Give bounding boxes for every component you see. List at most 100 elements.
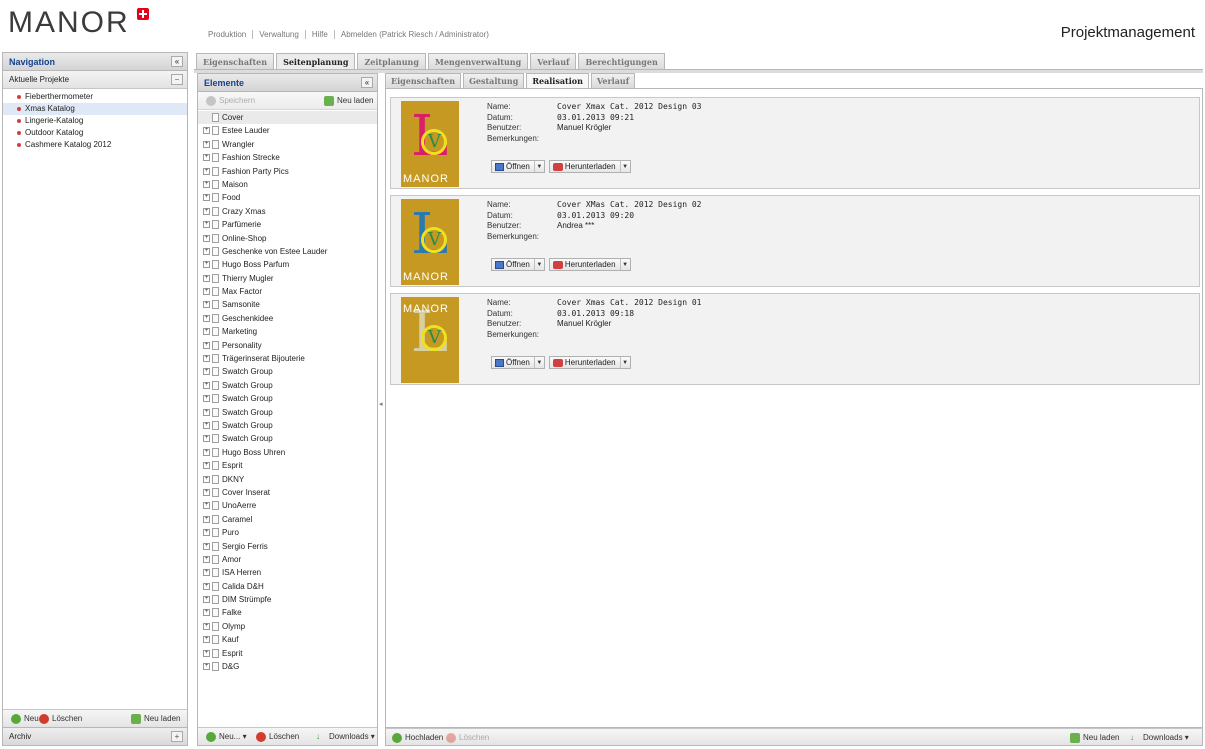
tree-item[interactable]: + Swatch Group — [198, 432, 377, 445]
expand-icon[interactable]: + — [203, 140, 210, 148]
expand-icon[interactable]: + — [203, 636, 210, 644]
chevron-down-icon[interactable]: ▼ — [535, 164, 544, 170]
expand-icon[interactable]: + — [203, 569, 210, 577]
delete-element-button[interactable]: Löschen — [256, 732, 299, 742]
expand-icon[interactable]: + — [203, 234, 210, 242]
download-split-button[interactable]: Herunterladen ▼ — [548, 356, 631, 369]
tab-verlauf[interactable]: Verlauf — [530, 53, 577, 70]
reload-projects-button[interactable]: Neu laden — [131, 714, 180, 724]
expand-icon[interactable]: + — [203, 488, 210, 496]
expand-icon[interactable]: + — [203, 167, 210, 175]
tree-item[interactable]: + Sergio Ferris — [198, 540, 377, 553]
tree-item[interactable]: + Personality — [198, 339, 377, 352]
tree-item[interactable]: + Geschenke von Estee Lauder — [198, 245, 377, 258]
expand-icon[interactable]: + — [203, 408, 210, 416]
collapse-section-icon[interactable]: − — [171, 74, 183, 85]
tree-item[interactable]: + Thierry Mugler — [198, 272, 377, 285]
tree-item[interactable]: + DIM Strümpfe — [198, 593, 377, 606]
save-button[interactable]: Speichern — [206, 96, 255, 106]
new-element-button[interactable]: Neu... ▾ — [206, 732, 247, 742]
tree-item[interactable]: + Food — [198, 191, 377, 204]
tree-item[interactable]: + Geschenkidee — [198, 312, 377, 325]
expand-icon[interactable]: + — [203, 421, 210, 429]
download-split-button[interactable]: Herunterladen ▼ — [548, 160, 631, 173]
expand-archive-icon[interactable]: + — [171, 731, 183, 742]
tree-item[interactable]: + Estee Lauder — [198, 124, 377, 137]
expand-icon[interactable]: + — [203, 261, 210, 269]
tree-item[interactable]: + Fashion Strecke — [198, 151, 377, 164]
expand-icon[interactable]: + — [203, 663, 210, 671]
open-split-button[interactable]: Öffnen ▼ — [491, 356, 545, 369]
tab-berechtigungen[interactable]: Berechtigungen — [578, 53, 665, 70]
chevron-down-icon[interactable]: ▼ — [535, 262, 544, 268]
design-thumbnail[interactable]: L V MANOR — [401, 101, 459, 187]
tree-item[interactable]: + Swatch Group — [198, 365, 377, 378]
expand-icon[interactable]: + — [203, 435, 210, 443]
expand-icon[interactable]: + — [203, 596, 210, 604]
nav-link-hilfe[interactable]: Hilfe — [306, 30, 335, 39]
tree-item[interactable]: + Wrangler — [198, 138, 377, 151]
subtab-realisation[interactable]: Realisation — [526, 73, 589, 88]
tree-item[interactable]: + Marketing — [198, 325, 377, 338]
tree-item[interactable]: + D&G — [198, 660, 377, 673]
tree-item[interactable]: + Fashion Party Pics — [198, 165, 377, 178]
chevron-down-icon[interactable]: ▼ — [621, 360, 630, 366]
expand-icon[interactable]: + — [203, 341, 210, 349]
tree-item[interactable]: + Online-Shop — [198, 232, 377, 245]
reload-elements-button[interactable]: Neu laden — [324, 96, 373, 106]
tree-item[interactable]: + Cover Inserat — [198, 486, 377, 499]
download-button[interactable]: Herunterladen — [550, 357, 621, 368]
tree-item[interactable]: + Swatch Group — [198, 419, 377, 432]
project-item[interactable]: Cashmere Katalog 2012 — [3, 139, 187, 151]
tree-item[interactable]: + Hugo Boss Parfum — [198, 258, 377, 271]
design-thumbnail[interactable]: L V MANOR — [401, 297, 459, 383]
expand-icon[interactable]: + — [203, 180, 210, 188]
tree-item[interactable]: + Samsonite — [198, 298, 377, 311]
expand-icon[interactable]: + — [203, 448, 210, 456]
downloads-menu-button[interactable]: ↓ Downloads ▾ — [1130, 733, 1189, 743]
expand-icon[interactable]: + — [203, 221, 210, 229]
open-button[interactable]: Öffnen — [492, 161, 535, 172]
expand-icon[interactable]: + — [203, 582, 210, 590]
expand-icon[interactable]: + — [203, 154, 210, 162]
tree-item[interactable]: + DKNY — [198, 473, 377, 486]
tree-item[interactable]: + Trägerinserat Bijouterie — [198, 352, 377, 365]
expand-icon[interactable]: + — [203, 314, 210, 322]
expand-icon[interactable]: + — [203, 368, 210, 376]
design-thumbnail[interactable]: L V MANOR — [401, 199, 459, 285]
project-item[interactable]: Lingerie-Katalog — [3, 115, 187, 127]
expand-icon[interactable]: + — [203, 555, 210, 563]
tree-item[interactable]: + Max Factor — [198, 285, 377, 298]
subtab-gestaltung[interactable]: Gestaltung — [463, 73, 525, 88]
archive-header[interactable]: Archiv + — [3, 727, 187, 745]
tree-item[interactable]: + Calida D&H — [198, 580, 377, 593]
chevron-down-icon[interactable]: ▼ — [621, 262, 630, 268]
tree-item[interactable]: + Esprit — [198, 647, 377, 660]
expand-icon[interactable]: + — [203, 381, 210, 389]
download-button[interactable]: Herunterladen — [550, 161, 621, 172]
tree-item[interactable]: + Caramel — [198, 513, 377, 526]
tree-item[interactable]: Cover — [198, 111, 377, 125]
tree-item[interactable]: + Esprit — [198, 459, 377, 472]
reload-designs-button[interactable]: Neu laden — [1070, 733, 1119, 743]
project-item[interactable]: Outdoor Katalog — [3, 127, 187, 139]
expand-icon[interactable]: + — [203, 288, 210, 296]
open-button[interactable]: Öffnen — [492, 259, 535, 270]
tab-zeitplanung[interactable]: Zeitplanung — [357, 53, 426, 70]
subtab-verlauf[interactable]: Verlauf — [590, 73, 636, 88]
tree-item[interactable]: + Olymp — [198, 620, 377, 633]
chevron-down-icon[interactable]: ▼ — [621, 164, 630, 170]
tree-item[interactable]: + UnoAerre — [198, 499, 377, 512]
nav-link-produktion[interactable]: Produktion — [202, 30, 254, 39]
expand-icon[interactable]: + — [203, 194, 210, 202]
tree-item[interactable]: + Swatch Group — [198, 406, 377, 419]
nav-link-abmelden[interactable]: Abmelden (Patrick Riesch / Administrator… — [335, 30, 495, 39]
current-projects-header[interactable]: Aktuelle Projekte − — [3, 71, 187, 89]
expand-icon[interactable]: + — [203, 475, 210, 483]
tree-item[interactable]: + Swatch Group — [198, 392, 377, 405]
tree-item[interactable]: + Parfümerie — [198, 218, 377, 231]
project-item[interactable]: Fieberthermometer — [3, 91, 187, 103]
open-button[interactable]: Öffnen — [492, 357, 535, 368]
expand-icon[interactable]: + — [203, 502, 210, 510]
download-button[interactable]: Herunterladen — [550, 259, 621, 270]
